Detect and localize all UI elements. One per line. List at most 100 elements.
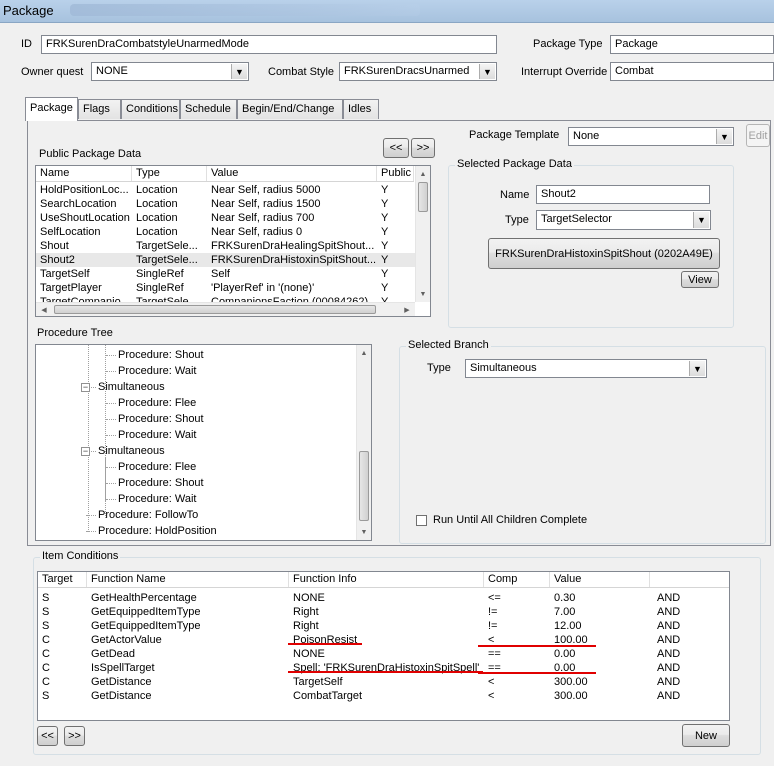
column-header-value[interactable]: Value: [550, 572, 650, 587]
tab-begin-end-change[interactable]: Begin/End/Change: [237, 99, 343, 119]
branch-type-label: Type: [427, 362, 451, 374]
column-header-function-info[interactable]: Function Info: [289, 572, 484, 587]
scroll-thumb[interactable]: [359, 451, 369, 521]
tree-node[interactable]: Simultaneous: [98, 379, 165, 395]
name-field[interactable]: Shout2: [536, 185, 710, 204]
procedure-tree[interactable]: Procedure: Shout Procedure: Wait − Simultan…: [35, 344, 372, 541]
cell-value: FRKSurenDraHealingSpitShout...: [211, 240, 375, 252]
table-row[interactable]: Shout TargetSele... FRKSurenDraHealingSpit…: [36, 239, 415, 253]
tree-node[interactable]: Procedure: Flee: [118, 459, 196, 475]
public-data-vscroll[interactable]: ▲ ▼: [415, 166, 430, 302]
public-data-hscroll[interactable]: ◀ ▶: [36, 302, 415, 316]
item-conditions-title: Item Conditions: [40, 550, 121, 562]
cell-logic: AND: [657, 606, 681, 618]
conditions-prev-button[interactable]: <<: [37, 726, 58, 746]
target-selector-button[interactable]: FRKSurenDraHistoxinSpitShout (0202A49E): [488, 238, 720, 269]
column-header-type[interactable]: Type: [132, 166, 207, 181]
table-row[interactable]: TargetPlayer SingleRef 'PlayerRef' in '(no…: [36, 281, 415, 295]
scroll-up-arrow-icon[interactable]: ▲: [357, 345, 371, 361]
chevron-down-icon: ▼: [479, 64, 495, 79]
cell-type: TargetSele...: [136, 240, 198, 252]
new-condition-button[interactable]: New: [682, 724, 730, 747]
package-type-field[interactable]: Package: [610, 35, 774, 54]
cell-function-name: GetActorValue: [91, 634, 162, 646]
cell-function-info: Right: [293, 606, 319, 618]
id-field[interactable]: FRKSurenDraCombatstyleUnarmedMode: [41, 35, 497, 54]
scroll-thumb[interactable]: [54, 305, 376, 314]
owner-quest-dropdown[interactable]: NONE ▼: [91, 62, 249, 81]
table-row[interactable]: SearchLocation Location Near Self, radius …: [36, 197, 415, 211]
column-header-public[interactable]: Public: [377, 166, 414, 181]
column-header-name[interactable]: Name: [36, 166, 132, 181]
column-header-function-name[interactable]: Function Name: [87, 572, 289, 587]
tab-conditions[interactable]: Conditions: [121, 99, 180, 119]
tab-flags[interactable]: Flags: [78, 99, 121, 119]
tree-node[interactable]: Procedure: HoldPosition: [98, 523, 217, 539]
tree-node[interactable]: Simultaneous: [98, 443, 165, 459]
package-template-dropdown[interactable]: None ▼: [568, 127, 734, 146]
table-row[interactable]: S GetEquippedItemType Right != 12.00 AND: [38, 619, 729, 633]
type-dropdown[interactable]: TargetSelector ▼: [536, 210, 711, 230]
public-package-data-list[interactable]: Name Type Value Public HoldPositionLoc..…: [35, 165, 431, 317]
cell-value: FRKSurenDraHistoxinSpitShout...: [211, 254, 377, 266]
table-row[interactable]: S GetHealthPercentage NONE <= 0.30 AND: [38, 591, 729, 605]
scroll-thumb[interactable]: [418, 182, 428, 212]
scroll-right-arrow-icon[interactable]: ▶: [399, 303, 415, 316]
table-row[interactable]: UseShoutLocation Location Near Self, radiu…: [36, 211, 415, 225]
tab-package[interactable]: Package: [25, 97, 78, 121]
column-header-comp[interactable]: Comp: [484, 572, 550, 587]
selected-branch-title: Selected Branch: [406, 339, 491, 351]
tab-schedule[interactable]: Schedule: [180, 99, 237, 119]
cell-logic: AND: [657, 648, 681, 660]
minus-expander-icon[interactable]: −: [81, 447, 90, 456]
table-row[interactable]: TargetSelf SingleRef Self Y: [36, 267, 415, 281]
branch-type-dropdown[interactable]: Simultaneous ▼: [465, 359, 707, 378]
cell-logic: AND: [657, 620, 681, 632]
tree-node[interactable]: Procedure: Shout: [118, 475, 204, 491]
cell-comp: !=: [488, 606, 498, 618]
tree-node[interactable]: Procedure: Shout: [118, 411, 204, 427]
table-row[interactable]: C GetDistance TargetSelf <300.00 AND: [38, 675, 729, 689]
scroll-left-arrow-icon[interactable]: ◀: [36, 303, 52, 316]
scroll-down-arrow-icon[interactable]: ▼: [416, 286, 430, 302]
edit-button[interactable]: Edit: [746, 124, 770, 147]
interrupt-override-field[interactable]: Combat: [610, 62, 774, 81]
table-row[interactable]: S GetDistance CombatTarget <300.00 AND: [38, 689, 729, 703]
scroll-up-arrow-icon[interactable]: ▲: [416, 166, 430, 182]
scroll-down-arrow-icon[interactable]: ▼: [357, 524, 371, 540]
table-row[interactable]: HoldPositionLoc... Location Near Self, rad…: [36, 183, 415, 197]
cell-type: Location: [136, 198, 178, 210]
table-row[interactable]: S GetEquippedItemType Right != 7.00 AND: [38, 605, 729, 619]
cell-value: Self: [211, 268, 230, 280]
column-header-blank[interactable]: [650, 572, 729, 587]
tree-node[interactable]: Procedure: FollowTo: [98, 507, 198, 523]
run-until-checkbox[interactable]: [416, 515, 427, 526]
view-button[interactable]: View: [681, 271, 719, 288]
chevron-down-icon: ▼: [231, 64, 247, 79]
tree-node[interactable]: Procedure: Wait: [118, 427, 196, 443]
column-header-value[interactable]: Value: [207, 166, 377, 181]
cell-function-name: GetHealthPercentage: [91, 592, 197, 604]
column-header-target[interactable]: Target: [38, 572, 87, 587]
table-row[interactable]: Shout2 TargetSele... FRKSurenDraHistoxinSp…: [36, 253, 415, 267]
item-conditions-list[interactable]: Target Function Name Function Info Comp …: [37, 571, 730, 721]
tree-node[interactable]: Procedure: Flee: [118, 395, 196, 411]
tree-node[interactable]: Procedure: Wait: [118, 491, 196, 507]
owner-quest-label: Owner quest: [21, 66, 84, 78]
public-data-next-button[interactable]: >>: [411, 138, 435, 158]
minus-expander-icon[interactable]: −: [81, 383, 90, 392]
tab-idles[interactable]: Idles: [343, 99, 379, 119]
combat-style-value: FRKSurenDracsUnarmed: [344, 65, 470, 77]
public-data-prev-button[interactable]: <<: [383, 138, 409, 158]
combat-style-dropdown[interactable]: FRKSurenDracsUnarmed ▼: [339, 62, 497, 81]
table-row[interactable]: C GetDead NONE == 0.00 AND: [38, 647, 729, 661]
cell-value: 300.00: [554, 690, 588, 702]
procedure-tree-vscroll[interactable]: ▲ ▼: [356, 345, 371, 540]
cell-name: TargetPlayer: [40, 282, 102, 294]
cell-function-info: NONE: [293, 648, 325, 660]
tree-node[interactable]: Procedure: Shout: [118, 347, 204, 363]
tree-node[interactable]: Procedure: Wait: [118, 363, 196, 379]
table-row[interactable]: C GetActorValue PoisonResist <100.00 AND: [38, 633, 729, 647]
conditions-next-button[interactable]: >>: [64, 726, 85, 746]
table-row[interactable]: SelfLocation Location Near Self, radius 0 Y: [36, 225, 415, 239]
